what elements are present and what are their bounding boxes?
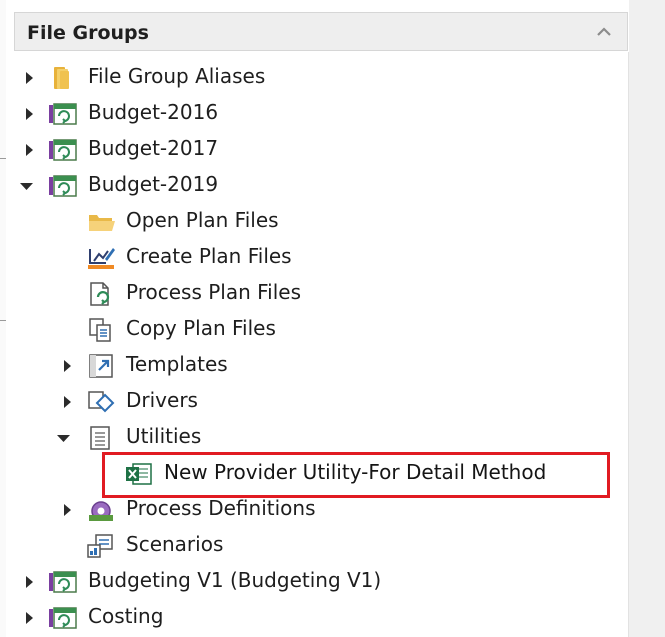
- utilities-icon: [86, 425, 116, 451]
- tree-item-budget-2019[interactable]: Budget-2019: [0, 168, 628, 204]
- create-plan-files-icon: [86, 245, 116, 271]
- tree-item-label: Process Definitions: [126, 496, 316, 520]
- expand-arrow-icon[interactable]: [58, 357, 76, 375]
- tree-item-copy-plan-files[interactable]: Copy Plan Files: [0, 312, 628, 348]
- tree-item-drivers[interactable]: Drivers: [0, 384, 628, 420]
- tree-item-budget-2016[interactable]: Budget-2016: [0, 96, 628, 132]
- tree-item-label: Drivers: [126, 388, 198, 412]
- expand-arrow-icon[interactable]: [20, 573, 38, 591]
- tree-item-label: Budget-2016: [88, 100, 219, 124]
- process-definitions-icon: [86, 497, 116, 523]
- expand-arrow-icon[interactable]: [58, 501, 76, 519]
- file-group-icon: [48, 569, 78, 595]
- highlight-box: [102, 452, 610, 498]
- tree-item-budget-2017[interactable]: Budget-2017: [0, 132, 628, 168]
- tree-item-label: Scenarios: [126, 532, 224, 556]
- file-group-icon: [48, 101, 78, 127]
- scenarios-icon: [86, 533, 116, 559]
- expand-arrow-icon[interactable]: [58, 393, 76, 411]
- file-group-icon: [48, 173, 78, 199]
- chevron-up-icon[interactable]: [593, 22, 615, 42]
- open-folder-icon: [86, 209, 116, 235]
- tree-item-scenarios[interactable]: Scenarios: [0, 528, 628, 564]
- collapse-arrow-icon[interactable]: [55, 429, 73, 447]
- tree-item-utilities[interactable]: Utilities: [0, 420, 628, 456]
- expand-arrow-icon[interactable]: [20, 141, 38, 159]
- tree-item-label: Utilities: [126, 424, 202, 448]
- tree-item-label: Budget-2017: [88, 136, 219, 160]
- tree-item-label: File Group Aliases: [88, 64, 266, 88]
- tree-item-label: Templates: [126, 352, 228, 376]
- tree-item-budgeting-v1[interactable]: Budgeting V1 (Budgeting V1): [0, 564, 628, 600]
- tree-item-label: Process Plan Files: [126, 280, 302, 304]
- templates-icon: [86, 353, 116, 379]
- expand-arrow-icon[interactable]: [20, 609, 38, 627]
- expand-arrow-icon[interactable]: [20, 105, 38, 123]
- file-group-icon: [48, 605, 78, 631]
- panel-title: File Groups: [27, 22, 149, 44]
- drivers-icon: [86, 389, 116, 415]
- tree-item-templates[interactable]: Templates: [0, 348, 628, 384]
- tree-item-costing[interactable]: Costing: [0, 600, 628, 636]
- right-pane-strip: [629, 0, 665, 637]
- copy-icon: [86, 317, 116, 343]
- folder-icon: [48, 65, 78, 91]
- tree-item-file-group-aliases[interactable]: File Group Aliases: [0, 60, 628, 96]
- tree-item-label: Copy Plan Files: [126, 316, 276, 340]
- tree-item-create-plan-files[interactable]: Create Plan Files: [0, 240, 628, 276]
- process-plan-files-icon: [86, 281, 116, 307]
- tree-item-open-plan-files[interactable]: Open Plan Files: [0, 204, 628, 240]
- tree-item-label: Create Plan Files: [126, 244, 292, 268]
- expand-arrow-icon[interactable]: [20, 69, 38, 87]
- right-pane-divider: [628, 52, 629, 637]
- file-groups-header[interactable]: File Groups: [14, 12, 628, 51]
- tree-item-label: Costing: [88, 604, 164, 628]
- tree-item-process-plan-files[interactable]: Process Plan Files: [0, 276, 628, 312]
- tree-item-label: Open Plan Files: [126, 208, 279, 232]
- tree-item-label: Budget-2019: [88, 172, 219, 196]
- tree-item-label: Budgeting V1 (Budgeting V1): [88, 568, 382, 592]
- file-group-icon: [48, 137, 78, 163]
- collapse-arrow-icon[interactable]: [18, 177, 36, 195]
